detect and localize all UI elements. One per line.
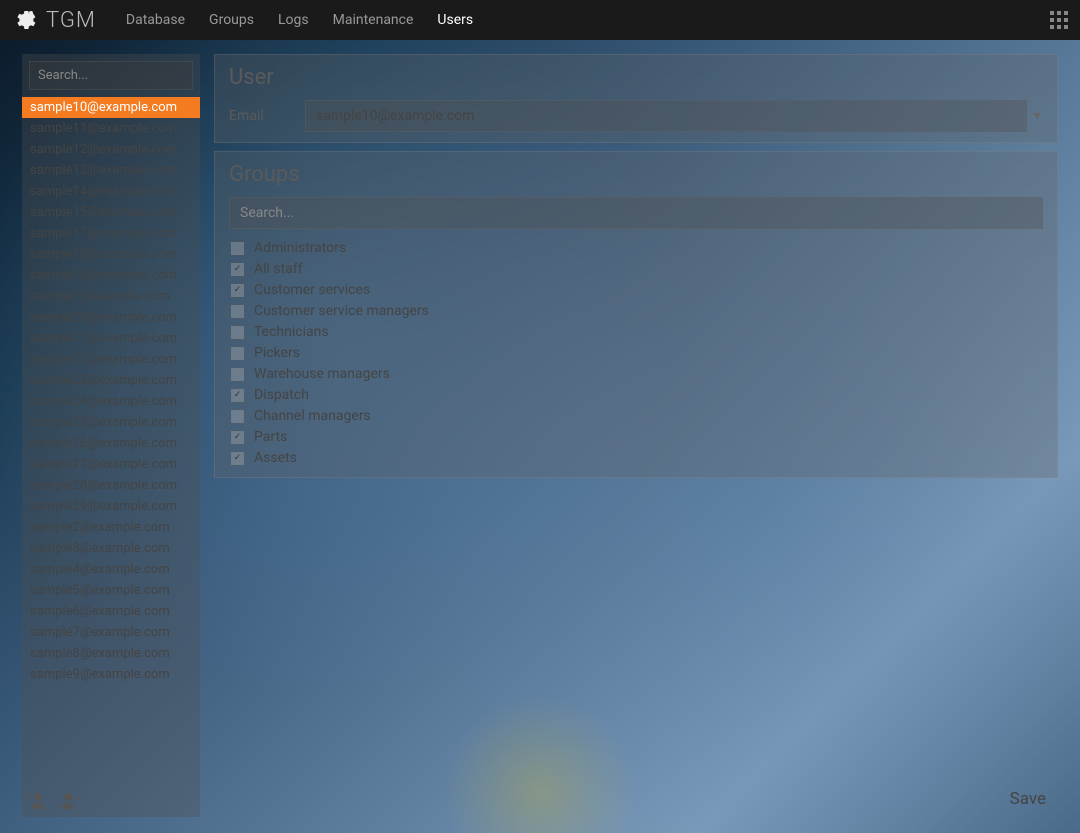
email-dropdown-caret-icon[interactable]: ▾ bbox=[1031, 108, 1043, 124]
group-checkbox[interactable]: ✓ bbox=[231, 431, 244, 444]
email-row: Email ▾ bbox=[229, 100, 1043, 132]
user-list-item[interactable]: sample27@example.com bbox=[22, 454, 200, 475]
group-item: ✓ Assets bbox=[229, 449, 1043, 467]
group-item: ✓ Parts bbox=[229, 428, 1043, 446]
group-checkbox[interactable]: ✓ bbox=[231, 284, 244, 297]
user-list-item[interactable]: sample19@example.com bbox=[22, 265, 200, 286]
user-list-item[interactable]: sample28@example.com bbox=[22, 475, 200, 496]
user-list-item[interactable]: sample11@example.com bbox=[22, 118, 200, 139]
user-list-item[interactable]: sample20@example.com bbox=[22, 307, 200, 328]
sidebar-footer bbox=[22, 785, 200, 817]
user-list-item[interactable]: sample7@example.com bbox=[22, 622, 200, 643]
nav-item-maintenance[interactable]: Maintenance bbox=[333, 12, 414, 28]
groups-panel-title: Groups bbox=[229, 162, 1043, 187]
group-checkbox[interactable]: ✓ bbox=[231, 389, 244, 402]
main-content: User Email ▾ Groups Administrators ✓ All s… bbox=[214, 54, 1058, 817]
groups-panel: Groups Administrators ✓ All staff ✓ Customer… bbox=[214, 151, 1058, 478]
group-checkbox[interactable]: ✓ bbox=[231, 263, 244, 276]
group-label: Customer service managers bbox=[254, 303, 429, 319]
nav-item-groups[interactable]: Groups bbox=[209, 12, 254, 28]
workspace: sample10@example.comsample11@example.com… bbox=[22, 54, 1058, 817]
group-item: Channel managers bbox=[229, 407, 1043, 425]
save-button[interactable]: Save bbox=[1010, 789, 1046, 809]
user-list-item[interactable]: sample15@example.com bbox=[22, 202, 200, 223]
user-list-item[interactable]: sample8@example.com bbox=[22, 643, 200, 664]
user-list-item[interactable]: sample3@example.com bbox=[22, 538, 200, 559]
user-list-item[interactable]: sample23@example.com bbox=[22, 370, 200, 391]
group-label: Pickers bbox=[254, 345, 300, 361]
user-list-item[interactable]: sample12@example.com bbox=[22, 139, 200, 160]
user-list-item[interactable]: sample6@example.com bbox=[22, 601, 200, 622]
groups-search-input[interactable] bbox=[229, 197, 1043, 229]
app-logo: TGM bbox=[12, 8, 96, 33]
sidebar-search-input[interactable] bbox=[29, 61, 193, 90]
main-nav: Database Groups Logs Maintenance Users bbox=[126, 12, 473, 28]
group-checkbox[interactable] bbox=[231, 347, 244, 360]
group-item: Warehouse managers bbox=[229, 365, 1043, 383]
user-list-item[interactable]: sample1@example.com bbox=[22, 286, 200, 307]
user-list-item[interactable]: sample14@example.com bbox=[22, 181, 200, 202]
user-list-item[interactable]: sample4@example.com bbox=[22, 559, 200, 580]
group-item: ✓ Dispatch bbox=[229, 386, 1043, 404]
group-label: Warehouse managers bbox=[254, 366, 390, 382]
user-list-item[interactable]: sample10@example.com bbox=[22, 97, 200, 118]
user-list-item[interactable]: sample24@example.com bbox=[22, 391, 200, 412]
group-item: Technicians bbox=[229, 323, 1043, 341]
app-title: TGM bbox=[46, 8, 96, 33]
email-input[interactable] bbox=[305, 100, 1027, 132]
user-list-item[interactable]: sample25@example.com bbox=[22, 412, 200, 433]
group-label: Parts bbox=[254, 429, 287, 445]
group-item: Customer service managers bbox=[229, 302, 1043, 320]
user-list: sample10@example.comsample11@example.com… bbox=[22, 97, 200, 785]
group-label: Administrators bbox=[254, 240, 346, 256]
group-list: Administrators ✓ All staff ✓ Customer servic… bbox=[229, 239, 1043, 467]
group-label: Channel managers bbox=[254, 408, 371, 424]
user-list-item[interactable]: sample2@example.com bbox=[22, 517, 200, 538]
group-checkbox[interactable] bbox=[231, 242, 244, 255]
group-checkbox[interactable] bbox=[231, 305, 244, 318]
user-sidebar: sample10@example.comsample11@example.com… bbox=[22, 54, 200, 817]
user-list-item[interactable]: sample21@example.com bbox=[22, 328, 200, 349]
group-item: ✓ All staff bbox=[229, 260, 1043, 278]
apps-grid-icon[interactable] bbox=[1050, 11, 1068, 29]
group-checkbox[interactable] bbox=[231, 410, 244, 423]
user-list-item[interactable]: sample22@example.com bbox=[22, 349, 200, 370]
nav-item-users[interactable]: Users bbox=[437, 12, 473, 28]
group-label: Customer services bbox=[254, 282, 370, 298]
group-label: Technicians bbox=[254, 324, 329, 340]
group-label: Dispatch bbox=[254, 387, 309, 403]
group-item: ✓ Customer services bbox=[229, 281, 1043, 299]
nav-item-logs[interactable]: Logs bbox=[278, 12, 309, 28]
topbar: TGM Database Groups Logs Maintenance Users bbox=[0, 0, 1080, 40]
group-item: Administrators bbox=[229, 239, 1043, 257]
user-list-item[interactable]: sample29@example.com bbox=[22, 496, 200, 517]
email-input-wrap: ▾ bbox=[305, 100, 1043, 132]
user-panel-title: User bbox=[229, 65, 1043, 90]
group-label: Assets bbox=[254, 450, 297, 466]
remove-user-icon[interactable] bbox=[58, 789, 82, 813]
group-checkbox[interactable] bbox=[231, 368, 244, 381]
group-label: All staff bbox=[254, 261, 303, 277]
email-label: Email bbox=[229, 108, 285, 124]
gear-icon bbox=[12, 8, 36, 32]
user-list-item[interactable]: sample9@example.com bbox=[22, 664, 200, 685]
user-panel: User Email ▾ bbox=[214, 54, 1058, 143]
user-list-item[interactable]: sample5@example.com bbox=[22, 580, 200, 601]
group-item: Pickers bbox=[229, 344, 1043, 362]
add-user-icon[interactable] bbox=[24, 789, 48, 813]
user-list-item[interactable]: sample13@example.com bbox=[22, 160, 200, 181]
user-list-item[interactable]: sample18@example.com bbox=[22, 244, 200, 265]
nav-item-database[interactable]: Database bbox=[126, 12, 185, 28]
group-checkbox[interactable] bbox=[231, 326, 244, 339]
user-list-item[interactable]: sample26@example.com bbox=[22, 433, 200, 454]
group-checkbox[interactable]: ✓ bbox=[231, 452, 244, 465]
user-list-item[interactable]: sample17@example.com bbox=[22, 223, 200, 244]
